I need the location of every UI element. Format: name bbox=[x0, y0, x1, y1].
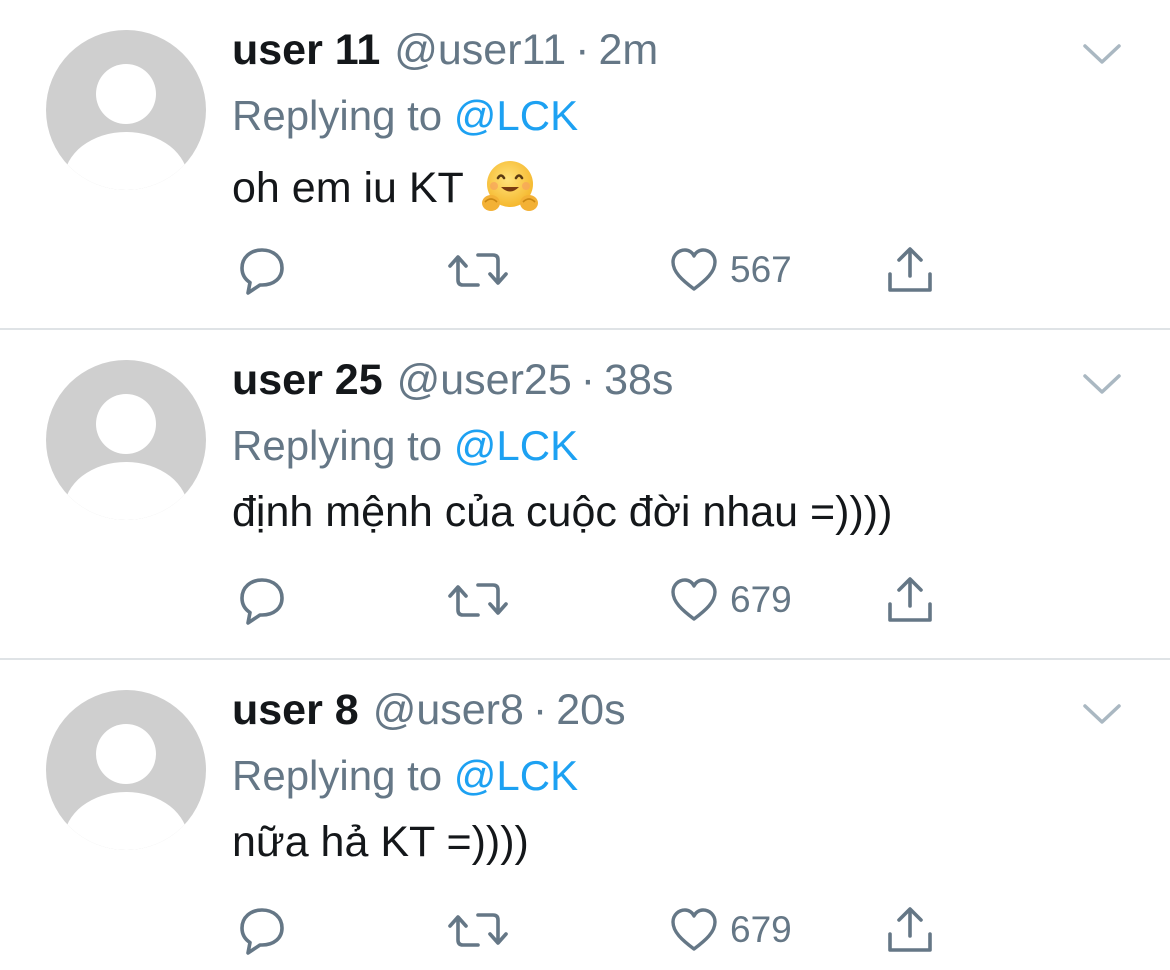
retweet-icon bbox=[448, 913, 508, 947]
heart-icon bbox=[671, 248, 717, 291]
like-button[interactable]: 567 bbox=[668, 240, 792, 300]
tweet-header: user 25 @user25 · 38s bbox=[232, 356, 673, 412]
tweet-actions: 679 bbox=[232, 900, 952, 960]
tweet-text: định mệnh của cuộc đời nhau =)))) bbox=[232, 488, 892, 537]
user-handle[interactable]: @user11 bbox=[394, 26, 566, 75]
retweet-button[interactable] bbox=[448, 900, 508, 960]
tweet-header: user 11 @user11 · 2m bbox=[232, 26, 658, 82]
default-avatar-icon bbox=[64, 724, 188, 850]
like-button[interactable]: 679 bbox=[668, 900, 792, 960]
like-count: 567 bbox=[730, 249, 792, 290]
replying-to-label: Replying to bbox=[232, 422, 443, 469]
tweet[interactable]: user 25 @user25 · 38s Replying to @LCK đ… bbox=[0, 330, 1170, 660]
like-count: 679 bbox=[730, 579, 792, 620]
user-handle[interactable]: @user8 bbox=[373, 686, 524, 735]
tweet-text: oh em iu KT bbox=[232, 158, 540, 218]
avatar[interactable] bbox=[46, 360, 206, 520]
reply-icon bbox=[240, 908, 284, 955]
separator-dot: · bbox=[575, 26, 590, 74]
replying-to: Replying to @LCK bbox=[232, 422, 578, 470]
timestamp[interactable]: 20s bbox=[556, 686, 625, 735]
default-avatar-icon bbox=[64, 394, 188, 520]
reply-button[interactable] bbox=[236, 900, 288, 960]
reply-icon bbox=[240, 578, 284, 625]
heart-icon bbox=[671, 908, 717, 951]
mention-link[interactable]: @LCK bbox=[454, 752, 578, 799]
chevron-down-icon bbox=[1083, 44, 1121, 64]
more-options-button[interactable] bbox=[1082, 370, 1122, 398]
replying-to: Replying to @LCK bbox=[232, 752, 578, 800]
tweet-actions: 567 bbox=[232, 240, 952, 300]
tweet-text: nữa hả KT =)))) bbox=[232, 818, 529, 867]
tweet-text-content: nữa hả KT =)))) bbox=[232, 818, 529, 866]
replying-to-label: Replying to bbox=[232, 92, 443, 139]
separator-dot: · bbox=[580, 356, 596, 404]
chevron-down-icon bbox=[1083, 704, 1121, 724]
avatar[interactable] bbox=[46, 30, 206, 190]
chevron-down-icon bbox=[1083, 374, 1121, 394]
tweet[interactable]: user 11 @user11 · 2m Replying to @LCK oh… bbox=[0, 0, 1170, 330]
replying-to: Replying to @LCK bbox=[232, 92, 578, 140]
share-button[interactable] bbox=[884, 570, 936, 630]
share-icon bbox=[888, 907, 932, 952]
like-count: 679 bbox=[730, 909, 792, 950]
tweet-text-content: oh em iu KT bbox=[232, 163, 464, 212]
share-icon bbox=[888, 577, 932, 622]
timestamp[interactable]: 38s bbox=[604, 356, 673, 405]
share-button[interactable] bbox=[884, 240, 936, 300]
like-button[interactable]: 679 bbox=[668, 570, 792, 630]
tweet-actions: 679 bbox=[232, 570, 952, 630]
timestamp[interactable]: 2m bbox=[599, 26, 659, 75]
share-button[interactable] bbox=[884, 900, 936, 960]
more-options-button[interactable] bbox=[1082, 700, 1122, 728]
retweet-button[interactable] bbox=[448, 240, 508, 300]
tweet-text-content: định mệnh của cuộc đời nhau =)))) bbox=[232, 488, 893, 536]
reply-button[interactable] bbox=[236, 570, 288, 630]
tweet[interactable]: user 8 @user8 · 20s Replying to @LCK nữa… bbox=[0, 660, 1170, 970]
reply-button[interactable] bbox=[236, 240, 288, 300]
separator-dot: · bbox=[532, 686, 548, 734]
user-handle[interactable]: @user25 bbox=[397, 356, 572, 405]
retweet-icon bbox=[448, 583, 508, 617]
heart-icon bbox=[671, 578, 717, 621]
default-avatar-icon bbox=[64, 64, 188, 190]
reply-icon bbox=[240, 248, 284, 295]
display-name[interactable]: user 25 bbox=[232, 356, 383, 405]
share-icon bbox=[888, 247, 932, 292]
tweet-header: user 8 @user8 · 20s bbox=[232, 686, 626, 742]
hugging-face-emoji-icon bbox=[481, 161, 538, 211]
retweet-icon bbox=[448, 253, 508, 287]
display-name[interactable]: user 11 bbox=[232, 26, 380, 75]
display-name[interactable]: user 8 bbox=[232, 686, 359, 735]
replying-to-label: Replying to bbox=[232, 752, 443, 799]
retweet-button[interactable] bbox=[448, 570, 508, 630]
avatar[interactable] bbox=[46, 690, 206, 850]
more-options-button[interactable] bbox=[1082, 40, 1122, 68]
mention-link[interactable]: @LCK bbox=[454, 92, 578, 139]
mention-link[interactable]: @LCK bbox=[454, 422, 578, 469]
